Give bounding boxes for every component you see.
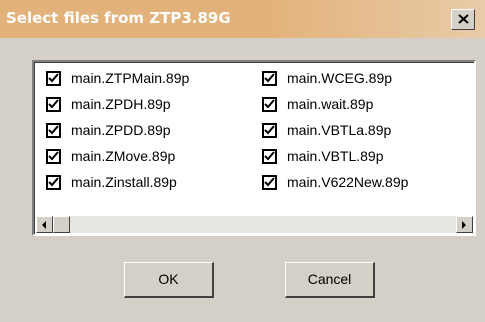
checkbox-checked[interactable] xyxy=(46,71,61,86)
title-bar[interactable]: Select files from ZTP3.89G xyxy=(0,0,485,38)
file-name: main.V622New.89p xyxy=(287,174,409,190)
file-name: main.ZTPMain.89p xyxy=(71,70,190,86)
checkbox-checked[interactable] xyxy=(46,97,61,112)
close-button[interactable] xyxy=(451,9,475,30)
cancel-button[interactable]: Cancel xyxy=(285,262,375,298)
file-list[interactable]: main.ZTPMain.89p main.ZPDH.89p main.ZPDD… xyxy=(32,60,476,236)
checkbox-checked[interactable] xyxy=(262,97,277,112)
checkbox-checked[interactable] xyxy=(262,149,277,164)
close-icon xyxy=(458,14,469,24)
arrow-left-icon xyxy=(42,221,46,229)
file-name: main.WCEG.89p xyxy=(287,70,393,86)
arrow-right-icon xyxy=(462,221,466,229)
ok-button[interactable]: OK xyxy=(124,262,214,298)
scroll-right-button[interactable] xyxy=(456,216,473,233)
checkbox-checked[interactable] xyxy=(262,175,277,190)
select-files-dialog: Select files from ZTP3.89G main.ZTPMain.… xyxy=(0,0,485,322)
checkbox-checked[interactable] xyxy=(46,149,61,164)
checkbox-checked[interactable] xyxy=(262,123,277,138)
checkbox-checked[interactable] xyxy=(46,123,61,138)
checkbox-checked[interactable] xyxy=(46,175,61,190)
horizontal-scrollbar[interactable] xyxy=(36,216,473,233)
file-name: main.Zinstall.89p xyxy=(71,174,177,190)
file-name: main.wait.89p xyxy=(287,96,374,112)
dialog-title: Select files from ZTP3.89G xyxy=(6,9,231,27)
file-name: main.VBTLa.89p xyxy=(287,122,392,138)
scroll-thumb[interactable] xyxy=(53,216,70,233)
file-name: main.VBTL.89p xyxy=(287,148,384,164)
file-name: main.ZPDH.89p xyxy=(71,96,171,112)
file-name: main.ZPDD.89p xyxy=(71,122,171,138)
checkbox-checked[interactable] xyxy=(262,71,277,86)
scroll-left-button[interactable] xyxy=(36,216,53,233)
file-name: main.ZMove.89p xyxy=(71,148,176,164)
